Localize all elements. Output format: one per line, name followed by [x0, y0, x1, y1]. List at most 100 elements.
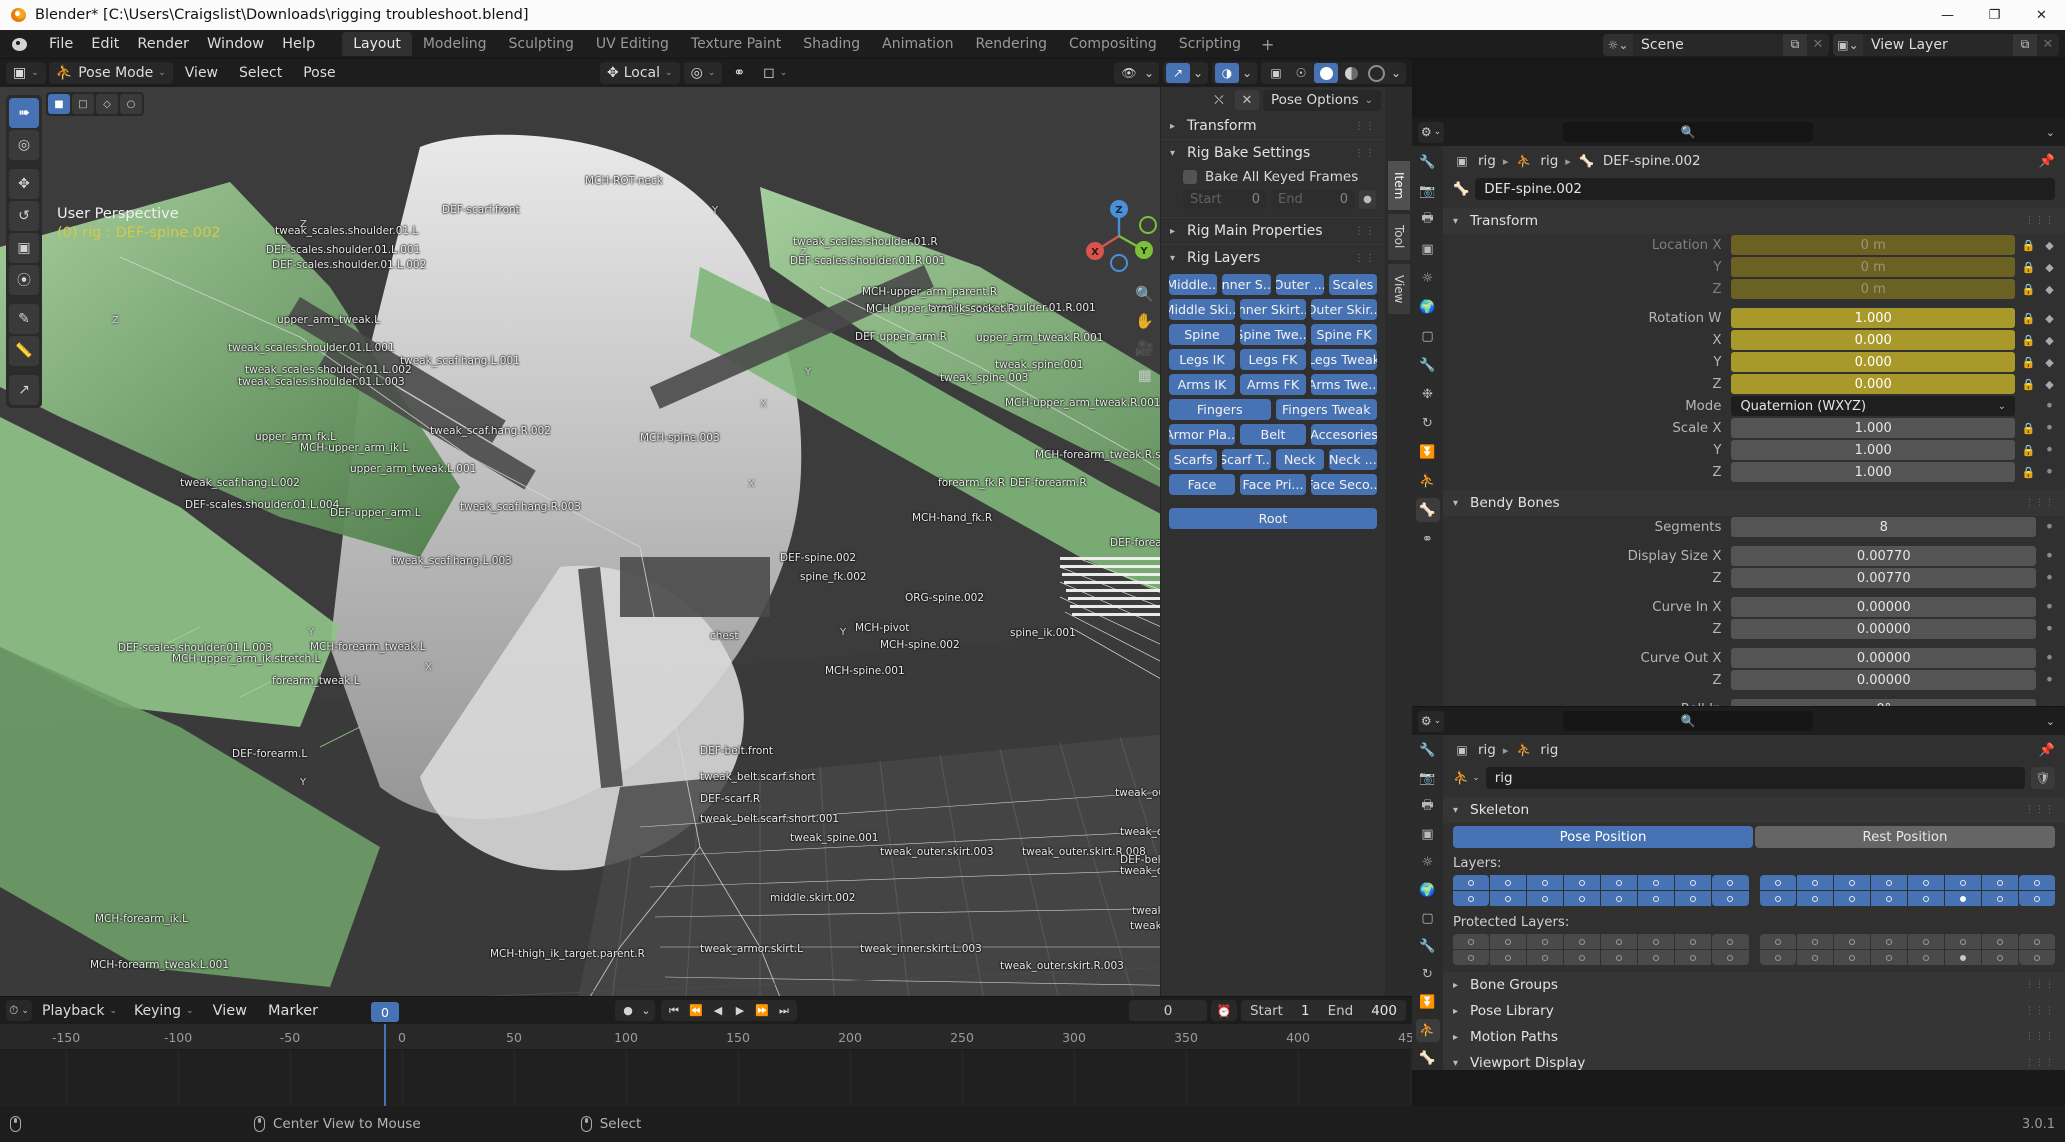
rig-layer-button[interactable]: Spine [1169, 324, 1235, 345]
layer-toggle[interactable] [2018, 891, 2055, 906]
section-skeleton-header[interactable]: ▾ Skeleton ⋮⋮⋮ [1443, 797, 2065, 823]
tool-rotate[interactable]: ↺ [9, 201, 39, 231]
layer-toggle[interactable] [1638, 950, 1675, 965]
layer-toggle[interactable] [1833, 950, 1870, 965]
layer-toggle[interactable] [1638, 891, 1675, 906]
rig-layer-button[interactable]: Scarf T... [1222, 449, 1271, 470]
layer-toggle[interactable] [1759, 934, 1796, 949]
layer-toggle[interactable] [1601, 950, 1638, 965]
current-frame-field[interactable]: 0 [1128, 1000, 1207, 1021]
rig-layer-button[interactable]: Arms IK [1169, 374, 1235, 395]
n-tab-item[interactable]: Item [1388, 161, 1410, 211]
tab-physics[interactable]: ↻ [1416, 963, 1440, 986]
transform-orientation-selector[interactable]: ✥ Local ⌄ [600, 62, 680, 84]
select-mode-1[interactable]: ■ [48, 94, 70, 114]
property-value-field[interactable]: 1.000 [1731, 308, 2015, 328]
tab-view-layer[interactable]: ▣ [1416, 823, 1440, 846]
layer-toggle[interactable] [1675, 875, 1712, 890]
rig-layer-button[interactable]: Fingers Tweak [1275, 399, 1377, 420]
section-motion-paths-header[interactable]: ▸ Motion Paths ⋮⋮⋮ [1443, 1024, 2065, 1050]
visibility-selector[interactable]: 👁 ⌄ [1114, 62, 1159, 84]
property-value-field[interactable]: 0.00770 [1731, 546, 2036, 566]
maximize-button[interactable]: ❐ [1971, 0, 2018, 30]
bake-decorator-icon[interactable]: ● [1359, 190, 1376, 209]
timeline-canvas[interactable] [0, 1050, 1412, 1106]
section-transform-header[interactable]: ▾ Transform ⋮⋮⋮ [1443, 208, 2065, 234]
property-value-field[interactable]: 1.000 [1731, 462, 2015, 482]
lock-icon[interactable]: 🔒 [2021, 283, 2036, 296]
tab-world[interactable]: 🌍 [1416, 879, 1440, 902]
tab-armature-data[interactable]: ⛹ [1416, 469, 1440, 493]
layer-toggle[interactable] [1527, 875, 1564, 890]
tab-world[interactable]: 🌍 [1416, 295, 1440, 319]
prev-keyframe-button[interactable]: ⏪ [685, 1001, 707, 1020]
mode-selector[interactable]: ⛹ Pose Mode ⌄ [48, 62, 173, 84]
tab-uv-editing[interactable]: UV Editing [585, 32, 680, 56]
tab-animation[interactable]: Animation [871, 32, 964, 56]
timeline-ruler[interactable]: -150 -100 -50 0 50 100 150 200 250 300 350 400 450 [0, 1024, 1422, 1050]
tab-bone[interactable]: 🦴 [1415, 498, 1440, 522]
property-value-field[interactable]: 8 [1731, 517, 2036, 537]
eye-icon[interactable]: 👁 [1117, 63, 1141, 83]
n-section-rig-main-properties[interactable]: ▸ Rig Main Properties ⋮⋮ [1161, 218, 1385, 244]
rig-layer-button[interactable]: Belt [1240, 424, 1306, 445]
scene-selector[interactable]: ☼⌄ Scene ⧉ ✕ [1603, 33, 1829, 56]
property-value-field[interactable]: 1.000 [1731, 440, 2015, 460]
layer-toggle[interactable] [1490, 934, 1527, 949]
unlink-scene-button[interactable]: ✕ [1807, 34, 1829, 56]
breadcrumb-object[interactable]: rig [1478, 153, 1496, 169]
layer-toggle[interactable] [1833, 934, 1870, 949]
tab-output[interactable]: 🖶 [1416, 208, 1440, 232]
tab-constraints[interactable]: ⏬ [1416, 991, 1440, 1014]
layer-toggle[interactable] [1907, 891, 1944, 906]
editor-type-selector[interactable]: ▣ ⌄ [6, 62, 46, 84]
tab-scene[interactable]: ☼ [1416, 851, 1440, 874]
tool-cursor[interactable]: ◎ [9, 130, 39, 160]
gizmo-icon[interactable]: ↗ [1166, 63, 1190, 83]
rig-layer-button[interactable]: Scales [1328, 274, 1377, 295]
section-bendy-bones-header[interactable]: ▾ Bendy Bones ⋮⋮⋮ [1443, 490, 2065, 516]
keyframe-diamond-icon[interactable]: ◆ [2042, 334, 2057, 347]
record-icon[interactable]: ● [617, 1001, 639, 1020]
timeline-editor-type-icon[interactable]: ⏱ ⌄ [6, 1000, 32, 1021]
new-scene-button[interactable]: ⧉ [1783, 33, 1807, 56]
layer-toggle[interactable] [1907, 934, 1944, 949]
rig-layer-button[interactable]: Outer Skir... [1311, 299, 1377, 320]
lock-icon[interactable]: 🔒 [2021, 378, 2036, 391]
timeline-menu-playback[interactable]: Playback ⌄ [35, 1000, 124, 1022]
layer-toggle[interactable] [1453, 934, 1490, 949]
x-icon[interactable]: ✕ [1234, 90, 1259, 110]
tool-scale[interactable]: ▣ [9, 233, 39, 263]
layer-toggle[interactable] [1870, 891, 1907, 906]
tab-physics[interactable]: ↻ [1416, 411, 1440, 435]
property-value-field[interactable]: 1.000 [1731, 418, 2015, 438]
overlays-chevron-icon[interactable]: ⌄ [1240, 63, 1254, 83]
layer-toggle[interactable] [1870, 875, 1907, 890]
lock-icon[interactable]: 🔒 [2021, 261, 2036, 274]
layer-toggle[interactable] [1870, 934, 1907, 949]
pin-icon[interactable]: 📌 [2039, 154, 2055, 169]
jump-start-button[interactable]: ⏮ [663, 1001, 685, 1020]
layer-toggle[interactable] [1564, 875, 1601, 890]
animate-dot-icon[interactable]: • [2042, 570, 2057, 586]
layer-toggle[interactable] [2018, 875, 2055, 890]
rig-layer-button[interactable]: Middle... [1169, 274, 1218, 295]
property-value-field[interactable]: 0.000 [1731, 352, 2015, 372]
layer-toggle[interactable] [1712, 875, 1749, 890]
tab-output[interactable]: 🖶 [1416, 795, 1440, 818]
rig-layer-button[interactable]: Legs Tweak [1311, 349, 1377, 370]
property-value-field[interactable]: 0.00000 [1731, 619, 2036, 639]
layer-toggle[interactable] [1833, 891, 1870, 906]
property-value-field[interactable]: 0.00000 [1731, 670, 2036, 690]
layer-toggle[interactable] [1759, 891, 1796, 906]
tab-sculpting[interactable]: Sculpting [498, 32, 585, 56]
rig-layer-button[interactable]: Outer ... [1275, 274, 1324, 295]
section-bone-groups-header[interactable]: ▸ Bone Groups ⋮⋮⋮ [1443, 972, 2065, 998]
layer-toggle[interactable] [1527, 950, 1564, 965]
material-preview-icon[interactable] [1339, 63, 1363, 83]
snap-toggle[interactable]: ⚭ [726, 62, 752, 84]
tab-layout[interactable]: Layout [342, 32, 412, 56]
layer-toggle[interactable] [2018, 950, 2055, 965]
property-value-field[interactable]: 0° [1731, 699, 2036, 706]
hand-pan-icon[interactable]: ✋ [1135, 312, 1154, 330]
